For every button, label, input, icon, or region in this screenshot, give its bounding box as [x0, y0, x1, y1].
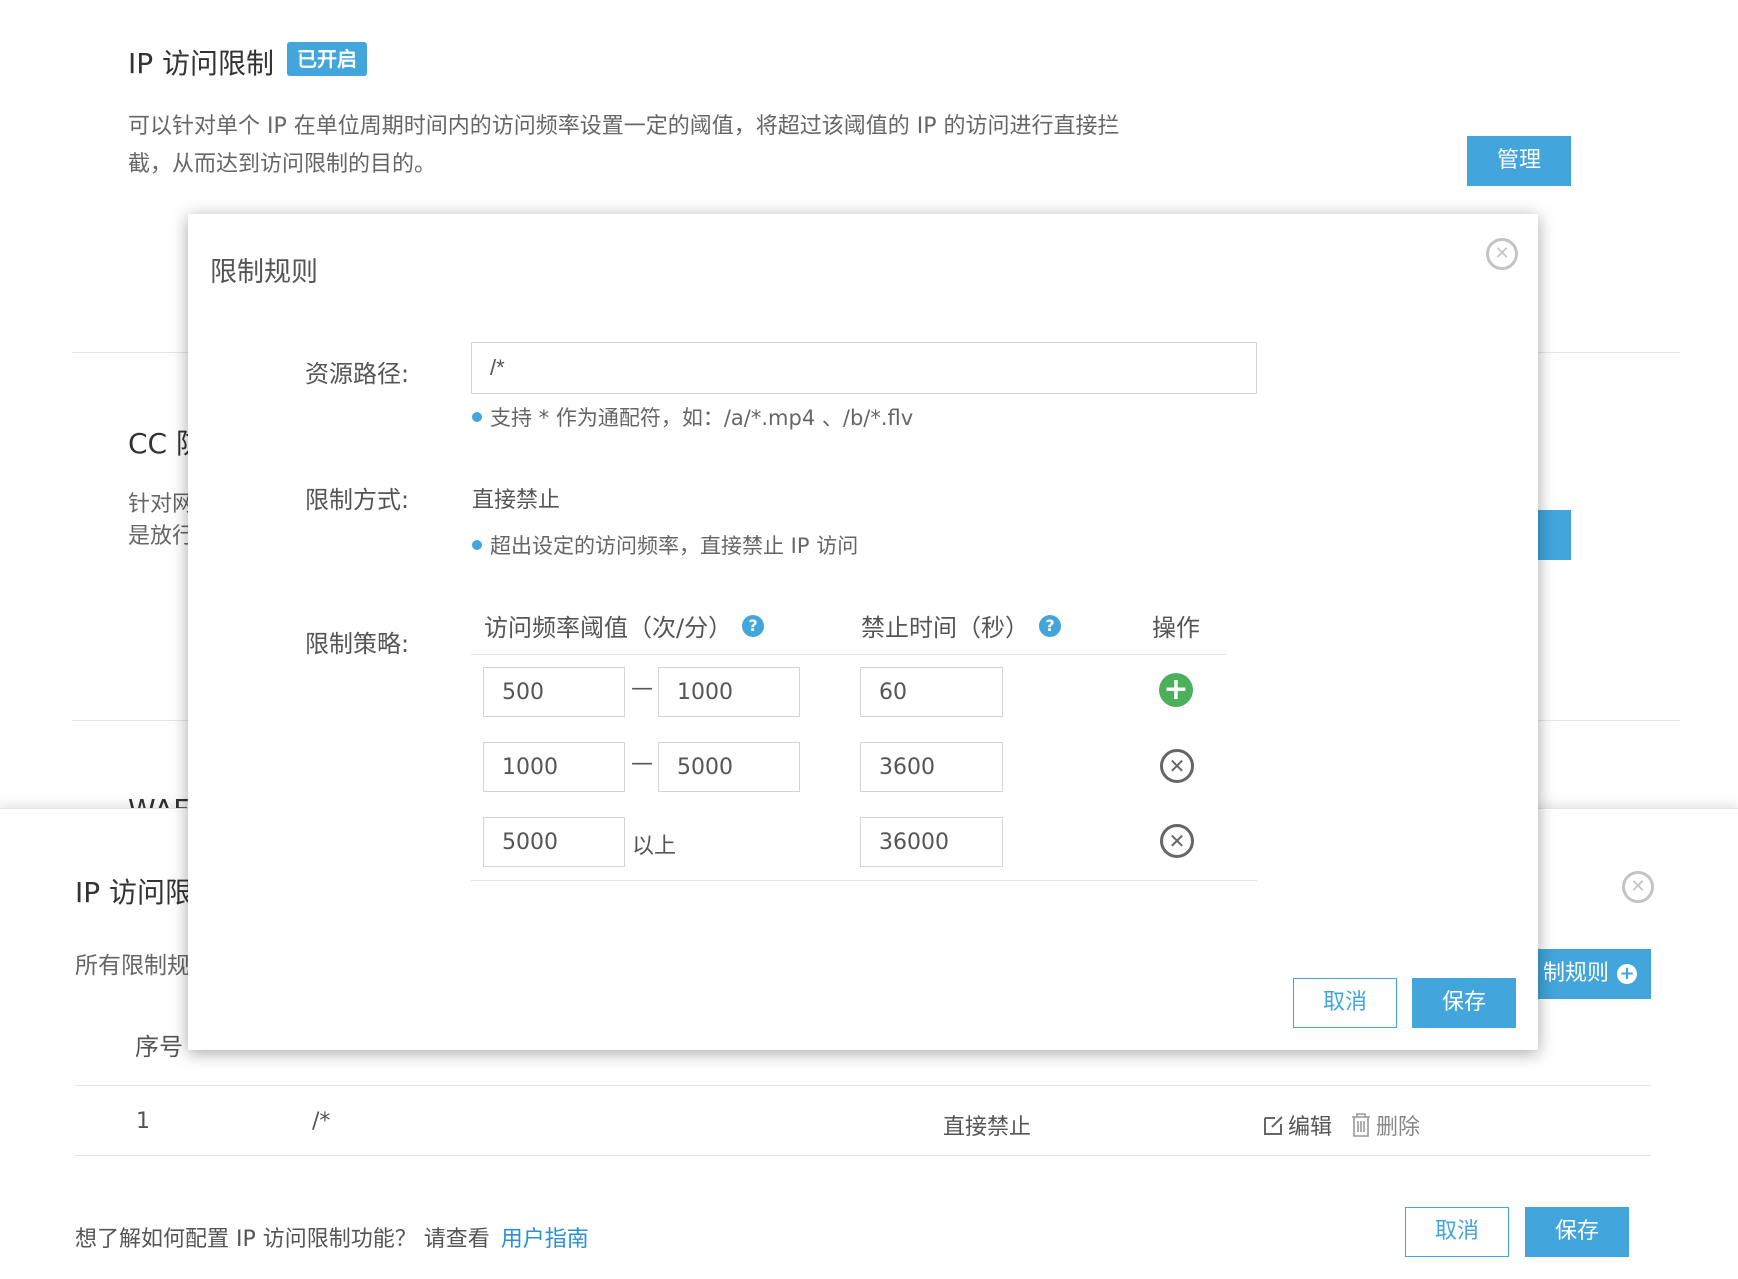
all-rules-label: 所有限制规: [75, 953, 190, 979]
row-path: /*: [312, 1109, 331, 1134]
plus-circle-icon: +: [1617, 964, 1637, 984]
range-dash: —: [631, 676, 653, 701]
range-dash: —: [631, 751, 653, 776]
threshold-from-input[interactable]: 500: [483, 667, 625, 717]
ip-limit-desc-line2: 截，从而达到访问限制的目的。: [128, 152, 437, 177]
modal-cancel-button[interactable]: 取消: [1293, 978, 1397, 1028]
user-guide-link[interactable]: 用户指南: [501, 1227, 589, 1252]
mode-value: 直接禁止: [472, 488, 561, 513]
help-icon[interactable]: ?: [742, 614, 765, 637]
help-icon[interactable]: ?: [1039, 614, 1061, 637]
ban-time-input[interactable]: 3600: [860, 742, 1003, 792]
ban-time-input[interactable]: 36000: [860, 817, 1003, 867]
add-rule-button[interactable]: 制规则 +: [1520, 949, 1651, 999]
add-row-icon[interactable]: +: [1159, 673, 1193, 707]
above-label: 以上: [632, 834, 677, 859]
cc-desc-line2: 是放行: [128, 524, 195, 549]
rules-panel-title: IP 访问限: [75, 876, 194, 909]
table-header-divider: [75, 1085, 1651, 1086]
mode-label: 限制方式:: [305, 486, 410, 514]
delete-link[interactable]: 删除: [1350, 1109, 1420, 1141]
strategy-bottom-divider: [471, 880, 1257, 881]
close-icon[interactable]: ✕: [1486, 238, 1518, 270]
row-mode: 直接禁止: [943, 1115, 1032, 1140]
ban-time-header-text: 禁止时间（秒）: [861, 614, 1029, 642]
limit-rule-modal: 限制规则 ✕ 资源路径: 支持 * 作为通配符，如：/a/*.mp4 、/b/*…: [188, 214, 1538, 1050]
cancel-button[interactable]: 取消: [1405, 1207, 1509, 1257]
edit-label: 编辑: [1288, 1115, 1333, 1140]
threshold-header: 访问频率阈值（次/分） ?: [484, 608, 765, 643]
status-badge: 已开启: [287, 42, 367, 76]
path-hint: 支持 * 作为通配符，如：/a/*.mp4 、/b/*.flv: [472, 402, 913, 432]
strategy-label: 限制策略:: [305, 630, 410, 658]
ban-time-header: 禁止时间（秒） ?: [861, 608, 1061, 643]
action-header: 操作: [1152, 614, 1200, 642]
threshold-from-input[interactable]: 1000: [483, 742, 625, 792]
strategy-header-divider: [471, 654, 1227, 655]
manage-button[interactable]: 管理: [1467, 136, 1571, 186]
ban-time-input[interactable]: 60: [860, 667, 1003, 717]
ip-limit-title: IP 访问限制: [128, 47, 275, 80]
threshold-to-input[interactable]: 5000: [658, 742, 800, 792]
edit-icon: [1264, 1116, 1283, 1135]
add-rule-label: 制规则: [1542, 961, 1609, 986]
path-hint-text: 支持 * 作为通配符，如：/a/*.mp4 、/b/*.flv: [490, 406, 914, 430]
path-input[interactable]: [471, 342, 1257, 394]
row-seq: 1: [136, 1109, 150, 1134]
table-row-divider: [75, 1155, 1651, 1156]
threshold-from-input[interactable]: 5000: [483, 817, 625, 867]
col-seq-header: 序号: [135, 1033, 183, 1061]
hint-dot: [472, 412, 482, 422]
mode-hint: 超出设定的访问频率，直接禁止 IP 访问: [472, 530, 858, 560]
help-text: 想了解如何配置 IP 访问限制功能？ 请查看: [75, 1227, 490, 1252]
mode-hint-text: 超出设定的访问频率，直接禁止 IP 访问: [490, 534, 859, 558]
remove-row-icon[interactable]: ✕: [1160, 749, 1194, 783]
delete-label: 删除: [1376, 1115, 1421, 1140]
threshold-header-text: 访问频率阈值（次/分）: [484, 614, 733, 642]
path-label: 资源路径:: [305, 360, 410, 388]
hint-dot: [472, 540, 482, 550]
edit-link[interactable]: 编辑: [1262, 1109, 1332, 1141]
waf-title: WAF: [128, 790, 189, 808]
remove-row-icon[interactable]: ✕: [1160, 824, 1194, 858]
ip-limit-desc-line1: 可以针对单个 IP 在单位周期时间内的访问频率设置一定的阈值，将超过该阈值的 I…: [128, 114, 1120, 139]
modal-save-button[interactable]: 保存: [1412, 978, 1516, 1028]
threshold-to-input[interactable]: 1000: [658, 667, 800, 717]
trash-icon: [1352, 1113, 1370, 1137]
save-button[interactable]: 保存: [1525, 1207, 1629, 1257]
modal-title: 限制规则: [210, 257, 318, 288]
help-footer: 想了解如何配置 IP 访问限制功能？ 请查看 用户指南: [75, 1221, 589, 1253]
close-icon[interactable]: ✕: [1622, 871, 1654, 903]
